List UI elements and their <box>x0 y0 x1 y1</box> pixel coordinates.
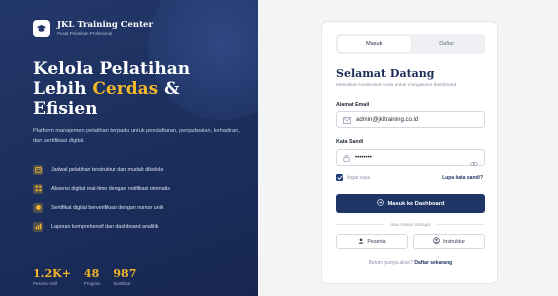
role-instructor-label: Instruktur <box>442 238 466 245</box>
headline-line-2: Lebih Cerdas & <box>33 79 180 99</box>
stat-participants: 1.2K+ Peserta Aktif <box>33 267 71 287</box>
email-label: Alamat Email <box>336 102 370 108</box>
password-value: •••••••• <box>355 154 372 161</box>
graduation-cap-icon <box>33 20 50 37</box>
lock-icon <box>343 149 350 167</box>
login-title: Selamat Datang <box>336 67 435 80</box>
email-value: admin@jkltraining.co.id <box>356 116 419 123</box>
remember-label: Ingat saya <box>347 174 371 181</box>
user-icon <box>358 237 364 246</box>
divider-text: atau masuk sebagai <box>390 222 431 227</box>
hero-panel: JKL Training Center Pusat Pelatihan Prof… <box>0 0 258 296</box>
headline-accent: Cerdas <box>92 79 159 99</box>
feature-item: Sertifikat digital berverifikasi dengan … <box>33 201 170 214</box>
login-button[interactable]: Masuk ke Dashboard <box>336 194 485 213</box>
hero-headline: Kelola Pelatihan Lebih Cerdas & Efisien <box>33 59 190 119</box>
password-field[interactable]: •••••••• <box>336 149 485 167</box>
feature-item: Laporan komprehensif dan dashboard anali… <box>33 220 170 233</box>
login-icon <box>376 199 384 208</box>
brand: JKL Training Center Pusat Pelatihan Prof… <box>33 20 153 37</box>
feature-list: Jadwal pelatihan terstruktur dan mudah d… <box>33 163 170 239</box>
headline-line-3: Efisien <box>33 99 98 119</box>
calendar-icon <box>33 164 43 175</box>
password-label: Kata Sandi <box>336 139 364 145</box>
feature-item: Jadwal pelatihan terstruktur dan mudah d… <box>33 163 170 176</box>
login-card: Masuk Daftar Selamat Datang Masukkan kre… <box>321 21 498 284</box>
feature-text: Laporan komprehensif dan dashboard anali… <box>51 223 159 230</box>
signup-prompt: Belum punya akun? Daftar sekarang <box>322 260 499 266</box>
feature-text: Sertifikat digital berverifikasi dengan … <box>51 204 164 211</box>
role-participant-label: Peserta <box>367 238 386 245</box>
divider: atau masuk sebagai <box>336 221 485 228</box>
role-instructor-button[interactable]: Instruktur <box>413 234 485 249</box>
headline-line-1: Kelola Pelatihan <box>33 59 191 79</box>
signup-text: Belum punya akun? <box>368 260 413 266</box>
login-subtitle: Masukkan kredensial Anda untuk mengakses… <box>336 83 457 88</box>
remember-checkbox[interactable] <box>336 174 343 181</box>
certificate-icon <box>33 202 43 213</box>
remember-me[interactable]: Ingat saya <box>336 174 370 181</box>
brand-name: JKL Training Center <box>57 20 153 30</box>
email-field[interactable]: admin@jkltraining.co.id <box>336 111 485 128</box>
stat-certificates: 987 Sertifikat <box>113 267 137 287</box>
stat-programs: 48 Program <box>83 267 101 287</box>
brand-subtitle: Pusat Pelatihan Profesional <box>57 31 113 36</box>
forgot-password-link[interactable]: Lupa kata sandi? <box>442 174 483 182</box>
qr-icon <box>33 183 43 194</box>
eye-icon[interactable] <box>469 154 479 172</box>
auth-tabs: Masuk Daftar <box>336 34 485 54</box>
instructor-icon <box>433 237 440 246</box>
role-selector: Peserta Instruktur <box>336 234 485 249</box>
role-participant-button[interactable]: Peserta <box>336 234 408 249</box>
login-button-label: Masuk ke Dashboard <box>387 200 445 207</box>
tab-login[interactable]: Masuk <box>338 36 411 52</box>
feature-text: Absensi digital real-time dengan notifik… <box>51 185 170 192</box>
mail-icon <box>343 111 351 129</box>
feature-text: Jadwal pelatihan terstruktur dan mudah d… <box>51 166 164 173</box>
hero-description: Platform manajemen pelatihan terpadu unt… <box>33 128 240 144</box>
stats: 1.2K+ Peserta Aktif 48 Program 987 Serti… <box>33 268 149 287</box>
feature-item: Absensi digital real-time dengan notifik… <box>33 182 170 195</box>
tab-register[interactable]: Daftar <box>411 36 484 52</box>
signup-link[interactable]: Daftar sekarang <box>414 260 452 266</box>
chart-icon <box>33 221 43 232</box>
